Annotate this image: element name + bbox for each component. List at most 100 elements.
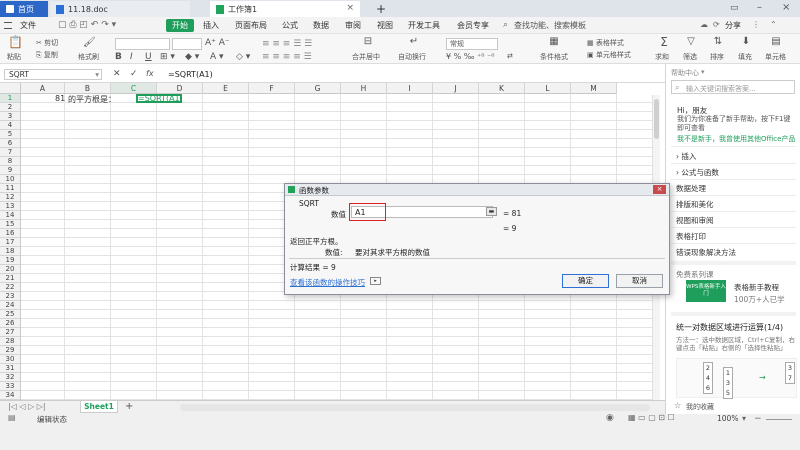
row-header[interactable]: 18 <box>0 247 21 256</box>
row-header[interactable]: 10 <box>0 175 21 184</box>
row-header[interactable]: 14 <box>0 211 21 220</box>
sheet-tab-sheet1[interactable]: Sheet1 <box>80 401 118 413</box>
font-size-buttons[interactable]: A⁺ A⁻ <box>205 38 230 48</box>
menu-view[interactable]: 视图 <box>377 20 393 31</box>
tab-home[interactable]: 首页 <box>0 1 48 17</box>
column-header[interactable]: G <box>295 83 341 94</box>
menu-member[interactable]: 会员专享 <box>457 20 489 31</box>
number-format-select[interactable]: 常规 <box>446 38 498 50</box>
view-mode-icons[interactable]: ▦ ▭ ▢ ⊡ ☐ <box>628 413 675 422</box>
help-tips-link[interactable]: 查看该函数的操作技巧 <box>290 277 365 288</box>
number-format-buttons[interactable]: ¥ % ‰ ⁺⁰ ⁻⁰ <box>446 52 494 61</box>
menu-home[interactable]: 开始 <box>166 19 194 32</box>
filter-button[interactable]: 筛选 <box>683 52 697 62</box>
hamburger-icon[interactable] <box>4 22 12 29</box>
category-view[interactable]: 视图和审阅 <box>676 215 714 226</box>
row-header[interactable]: 30 <box>0 355 21 364</box>
cancel-button[interactable]: 取消 <box>616 274 663 288</box>
video-title[interactable]: 统一对数据区域进行运算(1/4) <box>676 322 783 333</box>
minimize-icon[interactable]: – <box>757 2 762 13</box>
add-sheet-button[interactable]: + <box>125 401 133 412</box>
cloud-icon[interactable]: ☁ <box>700 20 708 29</box>
row-header[interactable]: 20 <box>0 265 21 274</box>
row-header[interactable]: 27 <box>0 328 21 337</box>
wrap-text-button[interactable]: 自动换行 <box>398 52 426 62</box>
category-formula[interactable]: › 公式与函数 <box>676 167 719 178</box>
row-header[interactable]: 4 <box>0 121 21 130</box>
zoom-level[interactable]: 100% <box>717 414 738 423</box>
cut-button[interactable]: ✂ 剪切 <box>36 38 58 48</box>
category-data[interactable]: 数据处理 <box>676 183 706 194</box>
eye-icon[interactable]: ◉ <box>606 413 614 423</box>
video-thumbnail[interactable]: 2 4 6 1 3 5 → 3 7 <box>676 358 797 399</box>
row-header[interactable]: 11 <box>0 184 21 193</box>
row-header[interactable]: 13 <box>0 202 21 211</box>
help-panel-header[interactable]: 帮助中心 <box>671 68 699 78</box>
row-header[interactable]: 19 <box>0 256 21 265</box>
paste-label[interactable]: 粘贴 <box>7 52 21 62</box>
column-header[interactable]: E <box>203 83 249 94</box>
sync-icon[interactable]: ⟳ <box>713 20 720 29</box>
close-icon[interactable]: × <box>346 3 354 13</box>
italic-button[interactable]: I <box>130 52 133 62</box>
format-painter-button[interactable]: 格式刷 <box>78 52 99 62</box>
row-header[interactable]: 29 <box>0 346 21 355</box>
select-all-corner[interactable] <box>0 83 21 94</box>
new-tab-button[interactable]: + <box>370 1 386 17</box>
cell-b1[interactable]: 的平方根是： <box>68 94 116 105</box>
border-button[interactable]: ⊞ ▾ <box>160 52 175 62</box>
row-header[interactable]: 24 <box>0 301 21 310</box>
row-header[interactable]: 31 <box>0 364 21 373</box>
menu-formula[interactable]: 公式 <box>282 20 298 31</box>
row-header[interactable]: 33 <box>0 382 21 391</box>
table-style-button[interactable]: ▦ 表格样式 <box>587 38 624 48</box>
zoom-out-icon[interactable]: − <box>754 414 762 424</box>
row-header[interactable]: 6 <box>0 139 21 148</box>
align-horizontal-icons[interactable]: ≡ ≡ ≡ ≡ ☰ <box>262 52 312 62</box>
row-header[interactable]: 26 <box>0 319 21 328</box>
fill-button[interactable]: 填充 <box>738 52 752 62</box>
more-icon[interactable]: ⋮ <box>752 20 760 29</box>
macro-icon[interactable]: ▤ <box>8 413 16 422</box>
copy-button[interactable]: ⎘ 复制 <box>36 50 58 60</box>
column-header[interactable]: J <box>433 83 479 94</box>
scrollbar-thumb[interactable] <box>654 99 659 139</box>
font-size-field[interactable] <box>172 38 202 50</box>
row-header[interactable]: 28 <box>0 337 21 346</box>
menu-insert[interactable]: 插入 <box>203 20 219 31</box>
menu-search[interactable]: 查找功能、搜索模板 <box>514 20 586 31</box>
row-header[interactable]: 16 <box>0 229 21 238</box>
sum-button[interactable]: 求和 <box>655 52 669 62</box>
cell-button[interactable]: 单元格 <box>765 52 786 62</box>
column-header[interactable]: I <box>387 83 433 94</box>
my-favorites[interactable]: 我的收藏 <box>686 402 714 412</box>
column-header[interactable]: F <box>249 83 295 94</box>
paste-icon[interactable]: 📋 <box>8 36 23 48</box>
zoom-down-icon[interactable]: ▾ <box>742 414 746 423</box>
fx-icon[interactable]: fx <box>146 69 154 78</box>
menu-review[interactable]: 审阅 <box>345 20 361 31</box>
sheet-nav-icons[interactable]: |◁ ◁ ▷ ▷| <box>8 402 46 411</box>
formula-input[interactable]: =SQRT(A1) <box>168 70 213 79</box>
help-search-box[interactable]: ⌕ 输入关键词搜索答案... <box>671 80 795 94</box>
row-header[interactable]: 3 <box>0 112 21 121</box>
cancel-formula-icon[interactable]: ✕ <box>113 69 121 79</box>
clear-button[interactable]: ◇ ▾ <box>236 52 250 62</box>
category-print[interactable]: 表格打印 <box>676 231 706 242</box>
window-restore-icon[interactable]: ▭ <box>730 3 739 13</box>
category-layout[interactable]: 排版和美化 <box>676 199 714 210</box>
column-header[interactable]: C <box>111 83 157 94</box>
column-header[interactable]: A <box>21 83 65 94</box>
course-title[interactable]: 表格新手教程 <box>734 282 779 293</box>
row-header[interactable]: 1 <box>0 94 21 103</box>
menu-page-layout[interactable]: 页面布局 <box>235 20 267 31</box>
column-header[interactable]: M <box>571 83 617 94</box>
tab-workbook[interactable]: 工作簿1 × <box>210 1 360 17</box>
row-header[interactable]: 23 <box>0 292 21 301</box>
cell-c1[interactable]: =SQRT(A1) <box>138 94 183 103</box>
align-top-icons[interactable]: ≡ ≡ ≡ ☰ ☰ <box>262 39 312 49</box>
course-badge[interactable]: WPS表格新手入门 <box>686 280 726 302</box>
column-header[interactable]: D <box>157 83 203 94</box>
category-errors[interactable]: 错误现象解决方法 <box>676 247 736 258</box>
conditional-format-button[interactable]: 条件格式 <box>540 52 568 62</box>
